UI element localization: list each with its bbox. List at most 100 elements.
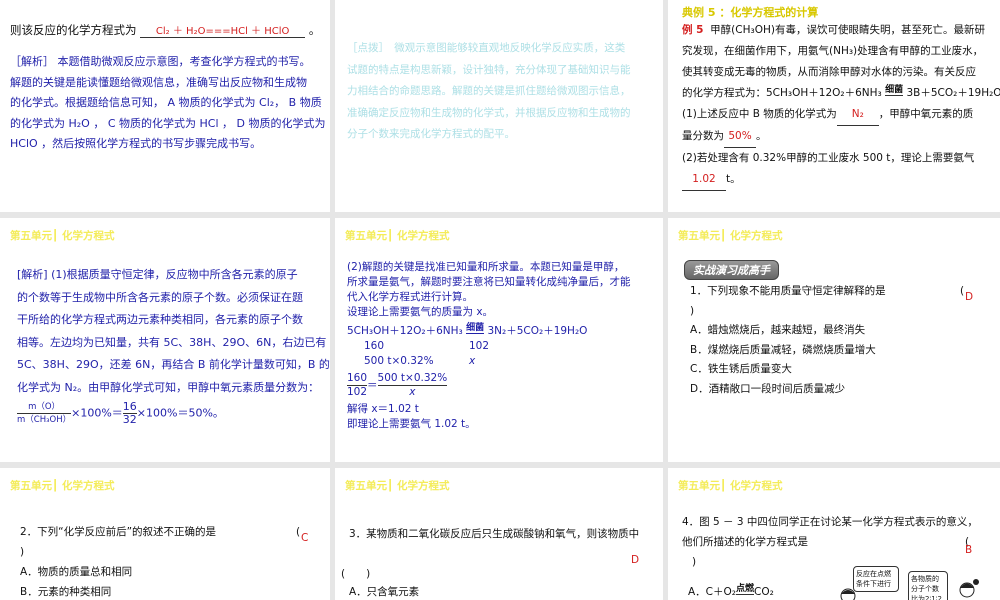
end-punct: 。: [308, 23, 321, 37]
answer-mark: D: [965, 291, 974, 303]
analysis-line: 干所给的化学方程式两边元素种类相同，各元素的原子个数: [17, 313, 303, 326]
fraction: m（O） m（CH₃OH）: [17, 401, 72, 426]
analysis-line: 化学式为 N₂。由甲醇化学式可知，甲醇中氧元素质量分数为：: [17, 380, 320, 394]
formula-line: m（O） m（CH₃OH） ×100%＝ 16 32 ×100%＝50%。: [17, 401, 330, 426]
question-text: 他们所描述的化学方程式是: [682, 536, 808, 548]
unit-header: 第五单元┃ 化学方程式: [678, 230, 783, 242]
slide-7: 第五单元┃ 化学方程式 2．下列“化学反应前后”的叙述不正确的是 (C ) A．物…: [0, 468, 330, 600]
q2-text: t。: [726, 173, 741, 185]
mass-value: 500 t×0.32%: [364, 355, 434, 367]
unit-header: 第五单元┃ 化学方程式: [678, 480, 783, 492]
equation-condition: 细菌: [466, 323, 485, 334]
slide-2: ［点拨］ 微观示意图能够较直观地反映化学反应实质，这类 试题的特点是构思新颖，设…: [335, 0, 663, 212]
question-text: 2．下列“化学反应前后”的叙述不正确的是: [20, 526, 217, 538]
q1-text: 。: [756, 130, 767, 142]
result: ×100%＝50%。: [136, 406, 224, 420]
example-body: 例 5 甲醇(CH₃OH)有毒，误饮可使眼睛失明，甚至死亡。最新研 究发现，在细…: [682, 20, 1000, 191]
option-c: C．铁生锈后质量变大: [690, 363, 792, 375]
denominator: m（CH₃OH）: [17, 415, 72, 425]
answer-mark: C: [301, 532, 309, 544]
analysis-line: 5C、38H、29O，还差 6N，再结合 B 前化学计量数可知，B 的: [17, 358, 330, 371]
example-label: 例 5: [682, 24, 704, 36]
slide-3: 典例 5 ：化学方程式的计算 例 5 甲醇(CH₃OH)有毒，误饮可使眼睛失明，…: [668, 0, 1000, 212]
answer-blank: Cl₂ ＋ H₂O===HCl ＋ HClO: [140, 22, 306, 38]
analysis-line: 的化学式为 H₂O ， C 物质的化学式为 HCl ， D 物质的化学式为: [10, 116, 326, 130]
analysis-block: [解析] (1)根据质量守恒定律，反应物中所含各元素的原子 的个数等于生成物中所…: [17, 264, 330, 426]
paren-open: (: [960, 285, 965, 297]
q1-answer-2: 50%: [724, 126, 756, 148]
question-2: 2．下列“化学反应前后”的叙述不正确的是 (C ) A．物质的质量总和相同 B．元…: [20, 522, 325, 600]
unit-header: 第五单元┃ 化学方程式: [10, 230, 115, 242]
tip-line: 试题的特点是构思新颖，设计独特，充分体现了基础知识与能: [347, 63, 631, 76]
paren-close: ): [692, 556, 697, 568]
analysis-line: 的化学式。根据题给信息可知， A 物质的化学式为 Cl₂， B 物质: [10, 96, 322, 109]
answer-paren: ( ): [341, 568, 371, 580]
denominator: x: [409, 386, 416, 398]
option-a-right: CO₂: [754, 586, 774, 598]
solution-line: 代入化学方程式进行计算。: [347, 291, 473, 303]
question-1: 1．下列现象不能用质量守恒定律解释的是 (D ) A．蜡烛燃烧后，越来越短，最终消…: [690, 282, 995, 399]
question-4: 4．图 5 － 3 中四位同学正在讨论某一化学方程式表示的意义， 他们所描述的化…: [682, 512, 997, 572]
operator: ＝: [367, 379, 378, 392]
equation-right: 3B＋5CO₂＋19H₂O。: [906, 87, 1000, 99]
answer-mark: D: [631, 554, 640, 566]
denominator: 102: [347, 386, 368, 398]
example-line: 究发现，在细菌作用下，用氨气(NH₃)处理含有甲醇的工业废水，: [682, 45, 984, 57]
equation-line: 5CH₃OH＋12O₂＋6NH₃ 细菌 3N₂＋5CO₂＋19H₂O: [347, 324, 631, 339]
slide-1: 则该反应的化学方程式为 Cl₂ ＋ H₂O===HCl ＋ HClO 。 ［解析…: [0, 0, 330, 212]
option-d: D．酒精敞口一段时间后质量减少: [690, 382, 846, 395]
paren-close: ): [20, 546, 25, 558]
mass-value: 102: [469, 340, 490, 352]
option-a-left: A．C＋O₂: [688, 586, 736, 598]
unit-header: 第五单元┃ 化学方程式: [10, 480, 115, 492]
student-illustration: [840, 588, 856, 600]
tip-line: 力相结合的命题思路。解题的关键是抓住题给微观图示信息，: [347, 85, 631, 97]
analysis-line: 解题的关键是能读懂题给微观信息，准确写出反应物和生成物: [10, 75, 307, 89]
example-line: 甲醇(CH₃OH)有毒，误饮可使眼睛失明，甚至死亡。最新研: [710, 24, 985, 36]
solution-line: 所求量是氨气，解题时要注意将已知量转化成纯净量后，才能: [347, 276, 631, 288]
q1-text: 量分数为: [682, 130, 724, 142]
tip-line: 分子个数来完成化学方程式的配平。: [347, 128, 515, 140]
example-line: 使其转变成无毒的物质，从而消除甲醇对水体的污染。有关反应: [682, 66, 976, 78]
fraction: 500 t×0.32% x: [377, 372, 448, 399]
question-text: 4．图 5 － 3 中四位同学正在讨论某一化学方程式表示的意义，: [682, 516, 978, 528]
analysis-line: 相等。左边均为已知量，共有 5C、38H、29O、6N，右边已有: [17, 335, 327, 349]
operator: ×100%＝: [71, 406, 123, 420]
solution-block: (2)解题的关键是找准已知量和所求量。本题已知量是甲醇， 所求量是氨气，解题时要…: [347, 260, 631, 432]
practice-badge: 实战演习成高手: [684, 260, 779, 280]
question-text: 3．某物质和二氧化碳反应后只生成碳酸钠和氧气，则该物质中: [349, 528, 640, 540]
option-a: A．蜡烛燃烧后，越来越短，最终消失: [690, 324, 866, 336]
student-illustration: [959, 579, 979, 598]
slide-6: 第五单元┃ 化学方程式 实战演习成高手 1．下列现象不能用质量守恒定律解释的是 (…: [668, 218, 1000, 462]
question-text: 1．下列现象不能用质量守恒定律解释的是: [690, 285, 886, 297]
q2-text: (2)若处理含有 0.32%甲醇的工业废水 500 t，理论上需要氨气: [682, 152, 975, 164]
solution-result: 解得 x＝1.02 t: [347, 403, 419, 415]
q2-answer: 1.02: [682, 169, 726, 191]
solution-line: 设理论上需要氨气的质量为 x。: [347, 306, 494, 318]
numerator: m（O）: [17, 401, 72, 414]
answer-mark: B: [965, 544, 973, 556]
tip-line: 准确确定反应物和生成物的化学式，并根据反应物和生成物的: [347, 106, 631, 119]
analysis-line: 的个数等于生成物中所含各元素的原子个数。必须保证在题: [17, 290, 303, 304]
option-a: A．物质的质量总和相同: [20, 566, 133, 578]
q1-text: ，甲醇中氧元素的质: [878, 108, 974, 120]
fraction: 16 32: [122, 401, 137, 426]
tip-line: ［点拨］ 微观示意图能够较直观地反映化学反应实质，这类: [347, 42, 626, 54]
denominator: 32: [122, 413, 137, 426]
equation-left: 5CH₃OH＋12O₂＋6NH₃: [347, 325, 463, 337]
option-a-condition: 点燃: [736, 584, 755, 595]
slide-9: 第五单元┃ 化学方程式 4．图 5 － 3 中四位同学正在讨论某一化学方程式表示…: [668, 468, 1000, 600]
mass-value: x: [469, 355, 476, 367]
analysis-block: ［解析］ 本题借助微观反应示意图，考查化学方程式的书写。 解题的关键是能读懂题给…: [10, 52, 325, 155]
unit-header: 第五单元┃ 化学方程式: [345, 480, 450, 492]
unit-header: 第五单元┃ 化学方程式: [345, 230, 450, 242]
example-title: 典例 5 ：化学方程式的计算: [682, 6, 819, 19]
equation-line: 的化学方程式为：5CH₃OH＋12O₂＋6NH₃ 细菌 3B＋5CO₂＋19H₂…: [682, 83, 1000, 104]
intro-text: 则该反应的化学方程式为: [10, 23, 137, 37]
equation-condition: 细菌: [885, 85, 904, 96]
speech-bubble: 各物质的分子个数比为2∶1∶2: [908, 571, 948, 600]
conclusion: 即理论上需要氨气 1.02 t。: [347, 418, 476, 430]
slide-8: 第五单元┃ 化学方程式 3．某物质和二氧化碳反应后只生成碳酸钠和氧气，则该物质中…: [335, 468, 663, 600]
analysis-line: [解析] (1)根据质量守恒定律，反应物中所含各元素的原子: [17, 268, 298, 281]
question-line: 则该反应的化学方程式为 Cl₂ ＋ H₂O===HCl ＋ HClO 。: [10, 22, 320, 38]
